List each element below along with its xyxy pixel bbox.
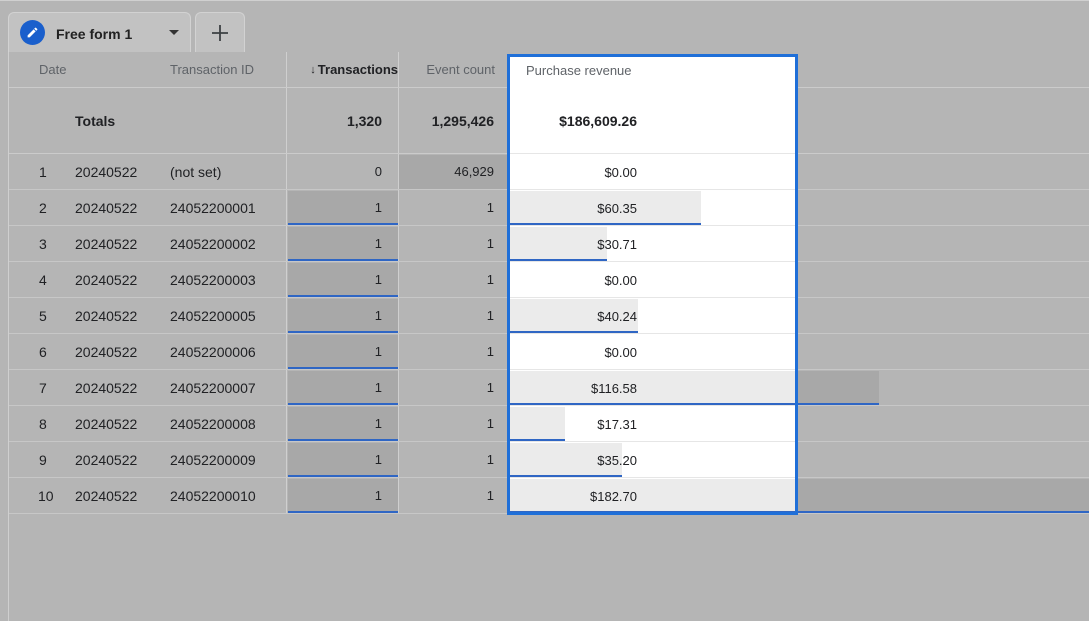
event-count-cell: 1: [486, 308, 494, 323]
event-count-cell: 1: [486, 344, 494, 359]
add-tab-button[interactable]: [195, 12, 245, 52]
row-number: 7: [39, 379, 47, 396]
purchase-revenue-cell: $30.71: [597, 236, 637, 252]
tab-label: Free form 1: [56, 26, 133, 42]
event-count-cell: 1: [486, 236, 494, 251]
transactions-cell: 1: [374, 272, 382, 287]
top-divider: [0, 0, 1089, 1]
totals-event-count: 1,295,426: [431, 112, 494, 129]
row-number: 3: [39, 235, 47, 252]
totals-transactions: 1,320: [346, 112, 382, 129]
row-number: 8: [39, 415, 47, 432]
transaction-id-cell: 24052200010: [170, 487, 256, 504]
date-cell: 20240522: [75, 163, 138, 180]
transactions-cell: 0: [374, 164, 382, 179]
purchase-revenue-cell: $60.35: [597, 200, 637, 216]
transactions-cell: 1: [374, 416, 382, 431]
date-cell: 20240522: [75, 235, 138, 252]
column-header-transactions-label: Transactions: [317, 62, 398, 77]
event-count-cell: 1: [486, 452, 494, 467]
transactions-cell: 1: [374, 452, 382, 467]
transactions-cell: 1: [374, 308, 382, 323]
event-count-cell: 1: [486, 488, 494, 503]
transactions-cell: 1: [374, 380, 382, 395]
purchase-revenue-cell: $116.58: [590, 380, 637, 396]
pencil-icon[interactable]: [20, 20, 45, 45]
purchase-revenue-cell: $182.70: [590, 488, 637, 504]
row-number: 10: [38, 487, 54, 504]
date-cell: 20240522: [75, 379, 138, 396]
event-count-cell: 46,929: [454, 164, 494, 179]
transactions-cell: 1: [374, 236, 382, 251]
totals-purchase-revenue: $186,609.26: [559, 113, 637, 129]
transactions-cell: 1: [374, 488, 382, 503]
date-cell: 20240522: [75, 199, 138, 216]
transactions-cell: 1: [374, 344, 382, 359]
purchase-revenue-cell: $40.24: [597, 308, 637, 324]
transaction-id-cell: 24052200009: [170, 451, 256, 468]
column-header-date[interactable]: Date: [39, 52, 66, 87]
purchase-revenue-cell: $0.00: [604, 272, 637, 288]
date-cell: 20240522: [75, 343, 138, 360]
transaction-id-cell: 24052200006: [170, 343, 256, 360]
event-count-cell: 1: [486, 380, 494, 395]
row-number: 6: [39, 343, 47, 360]
date-cell: 20240522: [75, 415, 138, 432]
transaction-id-cell: 24052200008: [170, 415, 256, 432]
date-cell: 20240522: [75, 271, 138, 288]
tab-free-form-1[interactable]: Free form 1: [8, 12, 191, 52]
purchase-revenue-bar-overflow: [796, 371, 879, 405]
column-header-purchase-revenue[interactable]: Purchase revenue: [526, 52, 632, 88]
transaction-id-cell: 24052200002: [170, 235, 256, 252]
totals-label: Totals: [75, 112, 116, 129]
transaction-id-cell: 24052200001: [170, 199, 256, 216]
date-cell: 20240522: [75, 451, 138, 468]
transaction-id-cell: (not set): [170, 163, 222, 180]
date-cell: 20240522: [75, 487, 138, 504]
row-number: 5: [39, 307, 47, 324]
sort-descending-icon: ↓: [310, 63, 316, 76]
column-header-transactions[interactable]: ↓ Transactions: [289, 52, 398, 87]
transaction-id-cell: 24052200005: [170, 307, 256, 324]
date-cell: 20240522: [75, 307, 138, 324]
purchase-revenue-cell: $0.00: [604, 164, 637, 180]
row-number: 9: [39, 451, 47, 468]
column-header-event-count[interactable]: Event count: [399, 52, 495, 87]
event-count-cell: 1: [486, 416, 494, 431]
column-header-transaction-id[interactable]: Transaction ID: [170, 52, 254, 87]
purchase-revenue-cell: $17.31: [597, 416, 637, 432]
row-number: 4: [39, 271, 47, 288]
row-number: 1: [39, 163, 47, 180]
transactions-cell: 1: [374, 200, 382, 215]
purchase-revenue-bar-overflow: [796, 479, 1089, 513]
caret-down-icon[interactable]: [169, 30, 179, 35]
transaction-id-cell: 24052200003: [170, 271, 256, 288]
event-count-cell: 1: [486, 272, 494, 287]
event-count-cell: 1: [486, 200, 494, 215]
plus-icon: [212, 24, 228, 41]
transaction-id-cell: 24052200007: [170, 379, 256, 396]
purchase-revenue-cell: $0.00: [604, 344, 637, 360]
purchase-revenue-cell: $35.20: [597, 452, 637, 468]
row-number: 2: [39, 199, 47, 216]
